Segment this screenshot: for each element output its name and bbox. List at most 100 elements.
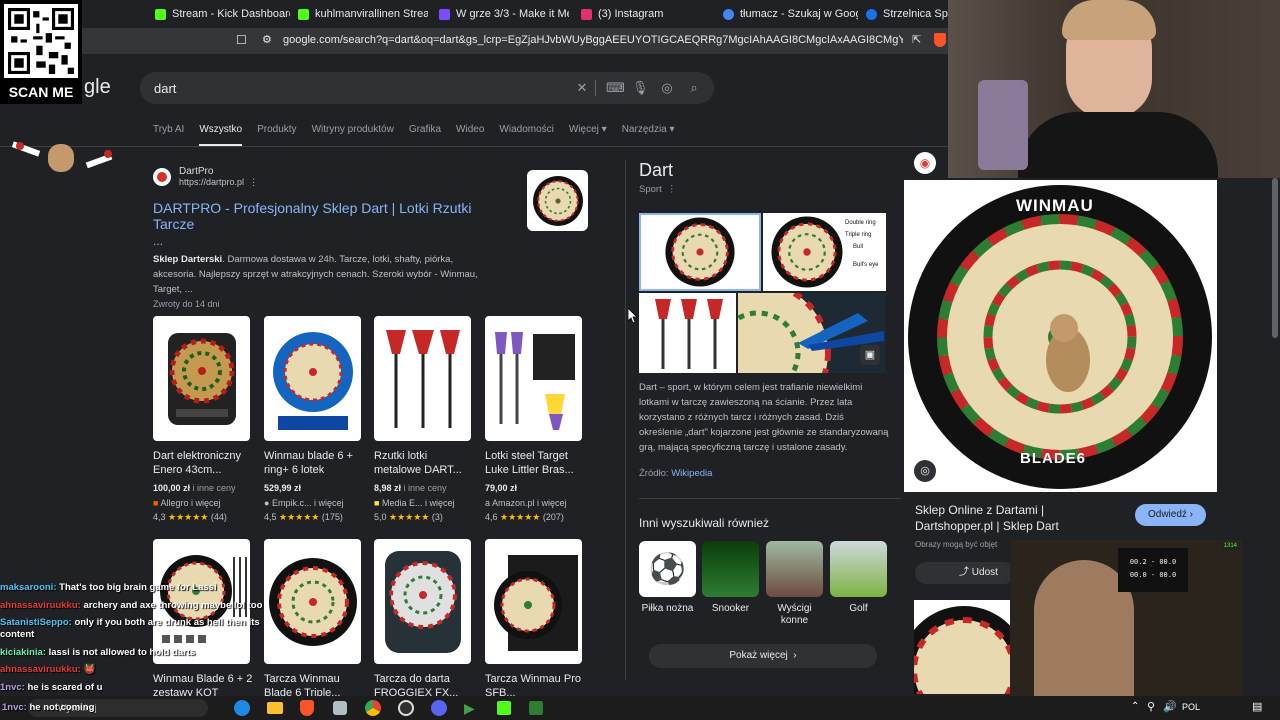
golf-image — [830, 541, 887, 597]
product-card[interactable]: Rzutki lotki metalowe DART... 8,98 zł i … — [374, 316, 474, 523]
visit-button[interactable]: Odwiedź › — [1135, 504, 1206, 526]
share-icon[interactable]: ⇱ — [912, 33, 921, 46]
kick-icon[interactable] — [497, 701, 511, 715]
tab-videos[interactable]: Wideo — [456, 124, 484, 146]
more-options-icon[interactable]: ⋮ — [247, 177, 258, 187]
dart-emote-icon — [16, 142, 24, 150]
language-indicator[interactable]: POL — [1182, 702, 1200, 712]
more-options-icon[interactable]: ⋮ — [664, 184, 677, 195]
instagram-favicon-icon — [581, 8, 592, 20]
product-card[interactable]: Tarcza do darta FROGGIEX FX... — [374, 539, 474, 696]
share-button[interactable]: ⤴ Udost — [915, 562, 1015, 584]
tab-more[interactable]: Więcej ▾ — [569, 124, 607, 146]
related-item[interactable]: ⚽ Piłka nożna — [639, 541, 696, 614]
brave-shield-icon[interactable] — [934, 33, 946, 47]
tab-product-sites[interactable]: Witryny produktów — [312, 124, 394, 146]
result-title-ellipsis: ... — [153, 234, 164, 248]
show-more-button[interactable]: Pokaż więcej › — [649, 644, 877, 668]
knowledge-panel: Dart Sport ⋮ — [639, 160, 889, 195]
search-icon[interactable]: ⌕ — [686, 80, 702, 96]
browser-tab[interactable]: kuhlmanvirallinen Stream — [298, 4, 428, 24]
hamster-emote-icon — [48, 144, 74, 172]
browser-tab[interactable]: Stream - Kick Dashboard — [155, 4, 290, 24]
meme-favicon-icon — [439, 8, 450, 20]
brave-icon[interactable] — [300, 700, 314, 716]
stream-chat-overlay: maksarooni: That's too big brain game fo… — [0, 582, 270, 699]
obs-icon[interactable] — [398, 700, 414, 716]
product-card[interactable]: Tarcza Winmau Pro SFB... — [485, 539, 585, 696]
scrollbar[interactable] — [1272, 178, 1278, 338]
kp-image[interactable]: ▣ — [738, 293, 886, 373]
chrome-icon[interactable] — [365, 700, 381, 716]
dartpro-favicon-icon — [153, 168, 171, 186]
browser-tab[interactable]: Strzelnica Sportowa — [866, 4, 948, 24]
kp-subtitle: Sport ⋮ — [639, 184, 677, 195]
chat-message: ahnassaviruukku: archery and axe throwin… — [0, 599, 263, 611]
tab-images[interactable]: Grafika — [409, 124, 441, 146]
related-item[interactable]: Wyścigi konne — [766, 541, 823, 627]
microphone-icon[interactable]: 🎙 — [632, 80, 649, 96]
edge-icon[interactable] — [234, 700, 250, 716]
discord-icon[interactable] — [431, 700, 447, 716]
result-returns: Zwroty do 14 dni — [153, 299, 220, 309]
browser-tab[interactable]: tłumacz - Szukaj w Google — [723, 4, 858, 24]
image-gallery-icon[interactable]: ▣ — [860, 345, 880, 365]
result-thumbnail[interactable] — [527, 170, 588, 231]
tab-products[interactable]: Produkty — [257, 124, 296, 146]
tab-ai-mode[interactable]: Tryb AI — [153, 124, 184, 146]
clear-icon[interactable]: ✕ — [574, 80, 590, 96]
browser-tab[interactable]: (3) Instagram — [581, 4, 711, 24]
search-input[interactable]: dart — [154, 81, 176, 96]
related-item[interactable]: Golf — [830, 541, 887, 614]
browser-tab[interactable]: W grze 3/3 - Make it Meme — [439, 4, 569, 24]
product-title: Tarcza Winmau Pro SFB... — [485, 673, 581, 696]
file-explorer-icon[interactable] — [267, 702, 283, 714]
football-icon: ⚽ — [639, 541, 696, 597]
url-field[interactable]: google.com/search?q=dart&oq=dart&gs_lcrp… — [283, 34, 903, 46]
product-card[interactable]: Tarcza Winmau Blade 6 Triple... — [264, 539, 364, 696]
kp-diagram-image[interactable]: Double ring Triple ring Bull Bull's eye — [763, 213, 886, 291]
spreadsheet-icon[interactable] — [529, 701, 543, 715]
allegro-icon: ■ — [153, 498, 159, 508]
related-item[interactable]: Snooker — [702, 541, 759, 614]
product-seller: ■ Allegro i więcej — [153, 498, 221, 508]
preview-title[interactable]: Sklep Online z Dartami | Dartshopper.pl … — [915, 502, 1115, 534]
google-logo[interactable]: gle — [84, 76, 111, 99]
preview-image[interactable]: WINMAU BLADE6 ◎ — [904, 180, 1217, 492]
tab-all[interactable]: Wszystko — [199, 124, 243, 146]
qr-code-icon — [4, 4, 78, 78]
site-info-icon[interactable]: ⚙ — [262, 33, 272, 46]
search-result: DartPro https://dartpro.pl ⋮ DARTPRO - P… — [153, 166, 503, 309]
search-box[interactable]: dart ✕ ⌨ 🎙 ◎ ⌕ — [140, 72, 714, 104]
tab-tools[interactable]: Narzędzia ▾ — [622, 124, 675, 146]
product-card[interactable]: Dart elektroniczny Enero 43cm... 100,00 … — [153, 316, 253, 523]
qr-code-overlay: SCAN ME — [0, 0, 82, 104]
result-title-link[interactable]: DARTPRO - Profesjonalny Sklep Dart | Lot… — [153, 200, 513, 232]
kp-image-grid[interactable]: Double ring Triple ring Bull Bull's eye … — [639, 213, 886, 373]
product-rating: 4,5 ★★★★★ (175) — [264, 512, 343, 522]
streamer-hair — [1062, 0, 1156, 40]
notification-icon[interactable]: ▤ — [1252, 700, 1262, 713]
tab-news[interactable]: Wiadomości — [499, 124, 553, 146]
tray-chevron-icon[interactable]: ⌃ — [1131, 701, 1139, 712]
volume-icon[interactable]: 🔊 — [1163, 700, 1177, 713]
result-site-name: DartPro — [179, 166, 214, 177]
result-source[interactable]: DartPro https://dartpro.pl ⋮ — [153, 166, 503, 188]
lens-icon[interactable]: ◎ — [659, 80, 675, 96]
kp-image[interactable] — [639, 293, 736, 373]
streamer-shirt — [1018, 112, 1218, 178]
column-divider — [625, 160, 626, 680]
bookmark-icon[interactable]: ☐ — [236, 33, 247, 47]
play-icon[interactable]: ▶ — [464, 700, 475, 717]
app-icon[interactable] — [333, 701, 347, 715]
network-icon[interactable]: ⚲ — [1147, 700, 1155, 713]
lens-search-icon[interactable]: ◎ — [914, 460, 936, 482]
product-card[interactable]: Winmau blade 6 + ring+ 6 lotek 529,99 zł… — [264, 316, 364, 523]
wikipedia-link[interactable]: Wikipedia — [671, 468, 712, 479]
kp-image[interactable] — [639, 213, 761, 291]
related-image[interactable] — [914, 600, 1014, 694]
brave-rewards-icon[interactable]: ◉ — [914, 152, 936, 174]
keyboard-icon[interactable]: ⌨ — [606, 80, 625, 96]
product-card[interactable]: Lotki steel Target Luke Littler Bras... … — [485, 316, 585, 523]
chat-message: 1nvc: he is scared of u — [0, 681, 103, 693]
